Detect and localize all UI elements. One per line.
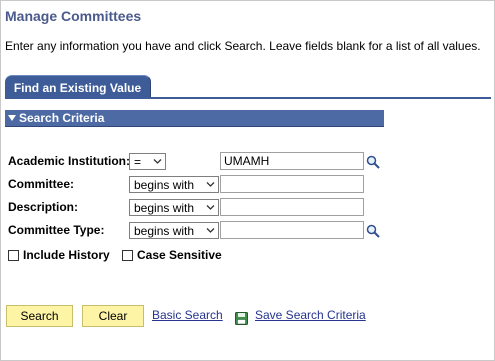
committee-label: Committee:	[8, 177, 75, 191]
include-history-checkbox[interactable]	[8, 249, 19, 261]
chevron-down-icon	[206, 228, 215, 233]
committee-input[interactable]	[220, 175, 364, 193]
include-history-option[interactable]: Include History	[8, 248, 110, 262]
case-sensitive-option[interactable]: Case Sensitive	[122, 248, 222, 262]
case-sensitive-checkbox[interactable]	[122, 249, 133, 261]
search-criteria-header[interactable]: Search Criteria	[5, 110, 384, 127]
magnifier-icon[interactable]	[366, 155, 380, 169]
clear-button[interactable]: Clear	[82, 305, 144, 327]
magnifier-icon[interactable]	[366, 224, 380, 238]
operator-value: begins with	[134, 223, 195, 238]
tab-underline	[5, 97, 491, 99]
operator-value: begins with	[134, 200, 195, 215]
operator-value: =	[134, 154, 142, 169]
description-input[interactable]	[220, 198, 364, 216]
description-operator[interactable]: begins with	[129, 199, 219, 216]
triangle-down-icon	[8, 115, 16, 121]
chevron-down-icon	[206, 205, 215, 210]
search-button[interactable]: Search	[6, 305, 73, 327]
academic-institution-label: Academic Institution:	[8, 154, 131, 168]
description-label: Description:	[8, 200, 79, 214]
committee-operator[interactable]: begins with	[129, 176, 219, 193]
academic-institution-input[interactable]: UMAMH	[220, 152, 364, 170]
instructions-text: Enter any information you have and click…	[5, 39, 481, 53]
floppy-disk-icon[interactable]	[235, 312, 248, 325]
page-title: Manage Committees	[5, 8, 142, 24]
committee-type-label: Committee Type:	[8, 223, 105, 237]
academic-institution-operator[interactable]: =	[129, 153, 166, 170]
case-sensitive-label: Case Sensitive	[137, 248, 222, 262]
tab-find-existing-value[interactable]: Find an Existing Value	[5, 75, 151, 99]
include-history-label: Include History	[23, 248, 110, 262]
section-title: Search Criteria	[19, 111, 105, 125]
committee-type-operator[interactable]: begins with	[129, 222, 219, 239]
operator-value: begins with	[134, 177, 195, 192]
tab-bar: Find an Existing Value	[5, 75, 491, 99]
save-search-criteria-link[interactable]: Save Search Criteria	[255, 308, 366, 322]
basic-search-link[interactable]: Basic Search	[152, 308, 223, 322]
academic-institution-value: UMAMH	[224, 154, 270, 168]
chevron-down-icon	[206, 182, 215, 187]
chevron-down-icon	[153, 159, 162, 164]
committee-type-input[interactable]	[220, 221, 364, 239]
